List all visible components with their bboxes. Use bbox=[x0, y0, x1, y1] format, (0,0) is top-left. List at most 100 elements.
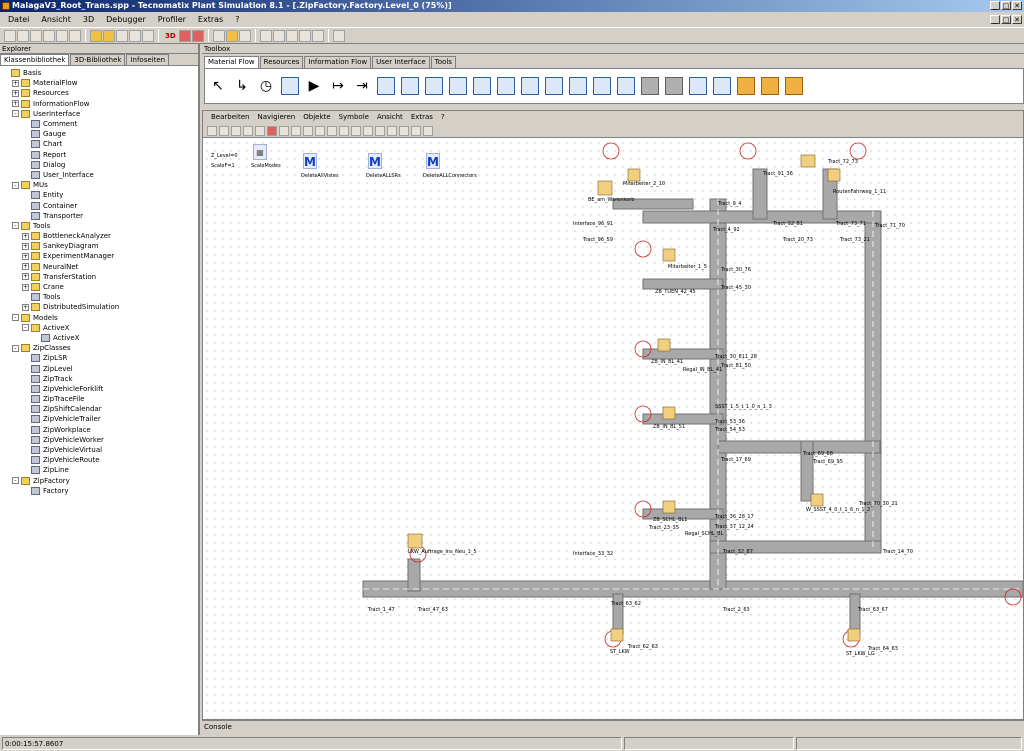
transfer-station-icon[interactable] bbox=[689, 77, 707, 95]
mdi-restore-button[interactable]: □ bbox=[1001, 15, 1011, 24]
grid-icon[interactable] bbox=[399, 125, 409, 136]
explorer-toggle-icon[interactable] bbox=[90, 29, 102, 42]
tree-node[interactable]: ZipTraceFile bbox=[0, 394, 198, 404]
print-icon[interactable] bbox=[69, 29, 81, 42]
help-icon[interactable] bbox=[423, 125, 433, 136]
tab-resources[interactable]: Resources bbox=[259, 56, 304, 68]
tree-node[interactable]: - ZipFactory bbox=[0, 476, 198, 486]
collapse-icon[interactable]: - bbox=[12, 477, 19, 485]
track-down-stub-2[interactable] bbox=[849, 593, 861, 635]
tree-node[interactable]: Entity bbox=[0, 190, 198, 200]
expand-icon[interactable]: + bbox=[22, 303, 29, 311]
expand-icon[interactable]: + bbox=[22, 273, 29, 281]
worker-icon[interactable] bbox=[332, 29, 345, 42]
frame-menu-symbole[interactable]: Symbole bbox=[335, 111, 373, 124]
window-icon[interactable] bbox=[285, 29, 298, 42]
frame-menu-bearbeiten[interactable]: Bearbeiten bbox=[207, 111, 253, 124]
expand-icon[interactable]: + bbox=[22, 242, 29, 250]
collapse-icon[interactable]: - bbox=[12, 181, 19, 189]
comment-icon[interactable] bbox=[387, 125, 397, 136]
frame-menu-help[interactable]: ? bbox=[437, 111, 449, 124]
source-icon[interactable]: ↦ bbox=[329, 77, 347, 95]
collapse-icon[interactable]: - bbox=[12, 314, 19, 322]
mdi-close-button[interactable]: ✕ bbox=[1012, 15, 1022, 24]
3d-icon[interactable]: 3D bbox=[163, 32, 178, 40]
tree-node[interactable]: - ZipClasses bbox=[0, 343, 198, 353]
flow-control-icon[interactable] bbox=[761, 77, 779, 95]
tree-node[interactable]: + Crane bbox=[0, 282, 198, 292]
track-left-stub[interactable] bbox=[407, 558, 421, 592]
tree-node[interactable]: + DistributedSimulation bbox=[0, 302, 198, 312]
close-button[interactable]: ✕ bbox=[1012, 1, 1022, 10]
tree-node[interactable]: + TransferStation bbox=[0, 272, 198, 282]
tree-node[interactable]: - Models bbox=[0, 313, 198, 323]
frame-menu-navigieren[interactable]: Navigieren bbox=[253, 111, 299, 124]
tree-node[interactable]: ZipLine bbox=[0, 465, 198, 475]
play-icon[interactable]: ▶ bbox=[305, 77, 323, 95]
track-icon[interactable] bbox=[641, 77, 659, 95]
menu-profiler[interactable]: Profiler bbox=[152, 13, 192, 27]
debug-icon[interactable] bbox=[259, 29, 272, 42]
collapse-icon[interactable]: - bbox=[22, 324, 29, 332]
3d-view-icon[interactable] bbox=[178, 29, 191, 42]
tree-node[interactable]: User_Interface bbox=[0, 170, 198, 180]
track-spur-1[interactable] bbox=[642, 278, 724, 290]
turnplate-icon[interactable] bbox=[617, 77, 635, 95]
tree-node[interactable]: ZipWorkplace bbox=[0, 425, 198, 435]
assembly-icon[interactable] bbox=[425, 77, 443, 95]
track-vertical-right-mid[interactable] bbox=[800, 440, 814, 502]
sensor-circle[interactable] bbox=[849, 142, 867, 160]
tree-node[interactable]: Dialog bbox=[0, 160, 198, 170]
tree-node[interactable]: Comment bbox=[0, 119, 198, 129]
zoom-out-icon[interactable] bbox=[339, 125, 349, 136]
tree-node[interactable]: Container bbox=[0, 200, 198, 210]
tree-node[interactable]: ZipLevel bbox=[0, 363, 198, 373]
tab-information-flow[interactable]: Information Flow bbox=[304, 56, 372, 68]
clock-icon[interactable] bbox=[212, 29, 225, 42]
tree-node[interactable]: ZipVehicleForklift bbox=[0, 384, 198, 394]
expand-icon[interactable]: + bbox=[12, 89, 19, 97]
open-location-icon[interactable] bbox=[219, 125, 229, 136]
store-icon[interactable] bbox=[713, 77, 731, 95]
expand-icon[interactable]: + bbox=[22, 283, 29, 291]
new-icon[interactable] bbox=[4, 29, 16, 42]
home-icon[interactable] bbox=[243, 125, 253, 136]
tree-node[interactable]: + InformationFlow bbox=[0, 99, 198, 109]
snap-icon[interactable] bbox=[411, 125, 421, 136]
workplace-station[interactable] bbox=[662, 248, 676, 262]
menu-3d[interactable]: 3D bbox=[77, 13, 100, 27]
layout-icon[interactable] bbox=[142, 29, 154, 42]
tree-node[interactable]: ZipVehicleVirtual bbox=[0, 445, 198, 455]
tools-icon[interactable] bbox=[116, 29, 128, 42]
tab-tools[interactable]: Tools bbox=[430, 56, 456, 68]
workplace-station[interactable] bbox=[827, 168, 841, 182]
placebuffer-icon[interactable] bbox=[785, 77, 803, 95]
track-down-stub-1[interactable] bbox=[612, 593, 624, 635]
start-icon[interactable] bbox=[279, 125, 289, 136]
zoom-in-icon[interactable] bbox=[327, 125, 337, 136]
workplace-station[interactable] bbox=[627, 168, 641, 182]
table-icon[interactable] bbox=[311, 29, 324, 42]
tree-node[interactable]: ZipShiftCalendar bbox=[0, 404, 198, 414]
tree-node[interactable]: ActiveX bbox=[0, 333, 198, 343]
method-delete-all-lsrs[interactable]: M bbox=[368, 153, 382, 169]
cycle-icon[interactable] bbox=[521, 77, 539, 95]
tree-node[interactable]: ZipVehicleWorker bbox=[0, 435, 198, 445]
zoom-fit-icon[interactable] bbox=[351, 125, 361, 136]
tree-node[interactable]: ZipVehicleRoute bbox=[0, 455, 198, 465]
two-lane-track-icon[interactable] bbox=[665, 77, 683, 95]
tree-node[interactable]: - UserInterface bbox=[0, 109, 198, 119]
mdi-minimize-button[interactable]: _ bbox=[990, 15, 1000, 24]
menu-help[interactable]: ? bbox=[229, 13, 245, 27]
animation-icon[interactable] bbox=[238, 29, 251, 42]
menu-datei[interactable]: Datei bbox=[2, 13, 35, 27]
expand-icon[interactable]: + bbox=[22, 263, 29, 271]
tree-node[interactable]: ZipTrack bbox=[0, 374, 198, 384]
maximize-button[interactable]: □ bbox=[1001, 1, 1011, 10]
workplace-station[interactable] bbox=[597, 180, 613, 196]
collapse-icon[interactable]: - bbox=[12, 110, 19, 118]
tree-node[interactable]: + SankeyDiagram bbox=[0, 241, 198, 251]
sensor-circle[interactable] bbox=[602, 142, 620, 160]
workplace-station[interactable] bbox=[657, 338, 671, 352]
tree-node[interactable]: + BottleneckAnalyzer bbox=[0, 231, 198, 241]
